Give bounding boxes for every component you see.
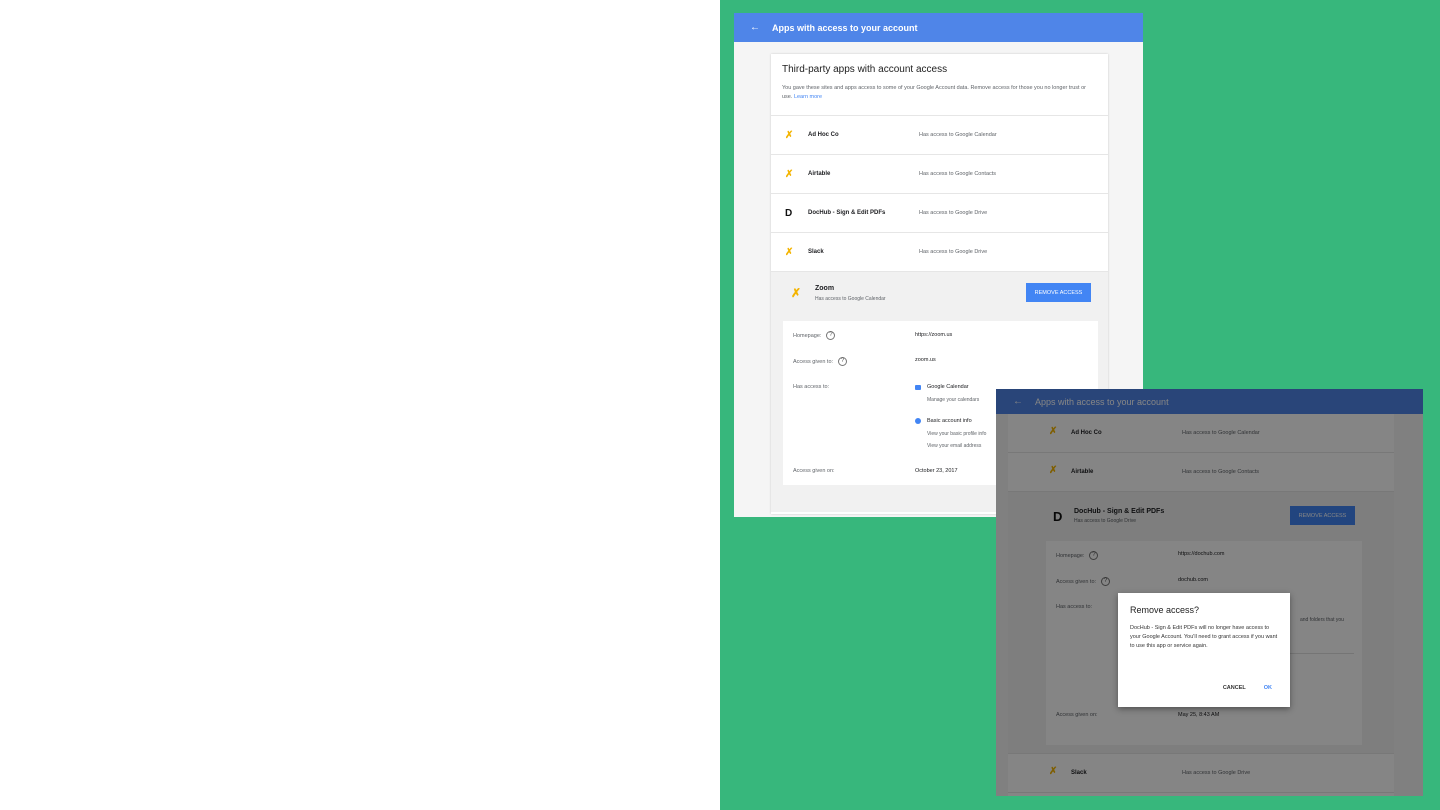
remove-access-dialog-screenshot: ← Apps with access to your account ✗ Ad …	[996, 389, 1423, 796]
app-row-slack[interactable]: ✗ Slack Has access to Google Drive	[771, 233, 1108, 272]
access-given-to-value: zoom.us	[915, 357, 936, 363]
card-description: You gave these sites and apps access to …	[782, 84, 1097, 102]
account-icon	[915, 418, 921, 424]
scope-account-desc-2: View your email address	[927, 443, 982, 449]
app-access: Has access to Google Drive	[919, 249, 988, 255]
description-text: You gave these sites and apps access to …	[782, 85, 1087, 100]
access-given-to-row: Access given to:?	[793, 357, 848, 366]
app-name: Ad Hoc Co	[808, 132, 839, 138]
app-access: Has access to Google Calendar	[919, 132, 997, 138]
app-name: Zoom	[815, 285, 835, 292]
app-name: DocHub - Sign & Edit PDFs	[808, 210, 886, 216]
card-title: Third-party apps with account access	[782, 64, 948, 75]
ok-button[interactable]: OK	[1264, 685, 1272, 691]
scope-account-desc-1: View your basic profile info	[927, 431, 987, 437]
card-header: Third-party apps with account access You…	[771, 54, 1108, 116]
remove-access-dialog: Remove access? DocHub - Sign & Edit PDFs…	[1118, 593, 1290, 707]
tools-icon: ✗	[791, 286, 802, 300]
help-icon[interactable]: ?	[838, 357, 848, 366]
homepage-label: Homepage:	[793, 332, 822, 339]
scope-calendar-title: Google Calendar	[927, 384, 969, 390]
access-given-to-label: Access given to:	[793, 358, 834, 365]
access-given-on-value: October 23, 2017	[915, 468, 958, 474]
dialog-title: Remove access?	[1130, 605, 1200, 615]
help-icon[interactable]: ?	[826, 331, 836, 340]
app-bar: ← Apps with access to your account	[734, 13, 1143, 42]
app-access: Has access to Google Calendar	[815, 296, 886, 302]
back-arrow-icon[interactable]: ←	[750, 22, 772, 33]
app-access: Has access to Google Contacts	[919, 171, 997, 177]
homepage-value[interactable]: https://zoom.us	[915, 332, 952, 338]
expanded-header[interactable]: ✗ Zoom Has access to Google Calendar REM…	[771, 272, 1108, 318]
calendar-icon	[915, 385, 921, 390]
dochub-icon: D	[785, 207, 793, 219]
remove-access-button[interactable]: REMOVE ACCESS	[1026, 283, 1091, 302]
dialog-body: DocHub - Sign & Edit PDFs will no longer…	[1130, 625, 1278, 649]
app-row-airtable[interactable]: ✗ Airtable Has access to Google Contacts	[771, 155, 1108, 194]
tools-icon: ✗	[785, 168, 794, 180]
learn-more-link[interactable]: Learn more	[794, 94, 822, 100]
homepage-label-row: Homepage:?	[793, 331, 836, 340]
scope-calendar-desc: Manage your calendars	[927, 397, 980, 403]
scope-account-title: Basic account info	[927, 418, 972, 424]
app-name: Slack	[808, 249, 824, 255]
dialog-actions: CANCEL OK	[1223, 685, 1272, 691]
tools-icon: ✗	[785, 129, 794, 141]
cancel-button[interactable]: CANCEL	[1223, 685, 1246, 691]
tools-icon: ✗	[785, 246, 794, 258]
app-row-dochub[interactable]: D DocHub - Sign & Edit PDFs Has access t…	[771, 194, 1108, 233]
app-name: Airtable	[808, 171, 831, 177]
has-access-label: Has access to:	[793, 384, 830, 390]
app-row-ad-hoc-co[interactable]: ✗ Ad Hoc Co Has access to Google Calenda…	[771, 116, 1108, 155]
access-given-on-label: Access given on:	[793, 468, 835, 474]
app-access: Has access to Google Drive	[919, 210, 988, 216]
app-bar-title: Apps with access to your account	[772, 22, 918, 33]
